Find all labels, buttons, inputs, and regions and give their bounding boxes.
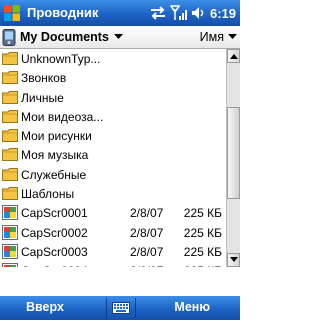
folder-row[interactable]: Звонков xyxy=(0,68,226,87)
item-date: 2/8/07 xyxy=(130,225,164,240)
folder-icon xyxy=(2,71,18,85)
current-folder-label: My Documents xyxy=(20,30,109,44)
signal-antenna-icon[interactable] xyxy=(169,5,188,21)
arrow-up-icon xyxy=(230,54,238,59)
item-size: 225 КБ xyxy=(183,206,222,221)
folder-icon xyxy=(2,167,18,181)
item-name: CapScr0004 xyxy=(21,264,88,267)
title-bar: Проводник 6:19 xyxy=(0,0,240,26)
item-name: Личные xyxy=(21,90,64,105)
chevron-down-icon xyxy=(228,34,237,39)
item-size: 225 КБ xyxy=(183,244,222,259)
scroll-down-button[interactable] xyxy=(227,253,240,267)
sort-label: Имя xyxy=(199,30,224,44)
file-row[interactable]: CapScr0001 2/8/07 225 КБ xyxy=(0,203,226,222)
item-name: Звонков xyxy=(21,71,67,86)
folder-row[interactable]: UnknownTyp... xyxy=(0,49,226,68)
folder-row[interactable]: Личные xyxy=(0,88,226,107)
folder-icon xyxy=(2,90,18,104)
folder-row[interactable]: Моя музыка xyxy=(0,145,226,164)
keyboard-button[interactable] xyxy=(106,298,136,318)
volume-icon[interactable] xyxy=(191,6,205,20)
menu-bar: Вверх Меню xyxy=(0,296,240,320)
clock[interactable]: 6:19 xyxy=(210,6,236,21)
item-name: Мои видеоза... xyxy=(21,109,104,124)
folder-row[interactable]: Служебные xyxy=(0,165,226,184)
start-flag-icon[interactable] xyxy=(3,4,21,22)
file-row[interactable]: CapScr0002 2/8/07 225 КБ xyxy=(0,223,226,242)
app-title[interactable]: Проводник xyxy=(27,5,98,20)
item-name: CapScr0003 xyxy=(21,244,88,259)
item-name: CapScr0001 xyxy=(21,206,88,221)
pda-icon xyxy=(2,28,16,46)
item-size: 225 КБ xyxy=(183,225,222,240)
system-tray: 6:19 xyxy=(149,3,236,23)
scrollbar[interactable] xyxy=(226,49,240,267)
folder-icon xyxy=(2,187,18,201)
item-name: UnknownTyp... xyxy=(21,52,101,66)
chevron-down-icon xyxy=(113,34,123,39)
file-row[interactable]: CapScr0003 2/8/07 225 КБ xyxy=(0,242,226,261)
file-row[interactable]: CapScr0004 2/8/07 225 КБ xyxy=(0,261,226,267)
folder-icon xyxy=(2,129,18,143)
item-name: Шаблоны xyxy=(21,187,75,202)
item-name: Мои рисунки xyxy=(21,129,92,144)
scroll-up-button[interactable] xyxy=(227,49,240,63)
item-size: 225 КБ xyxy=(184,264,222,267)
item-date: 2/8/07 xyxy=(130,244,164,259)
folder-dropdown[interactable]: My Documents xyxy=(2,28,123,46)
item-name: CapScr0002 xyxy=(21,225,88,240)
item-date: 2/8/07 xyxy=(130,264,163,267)
item-name: Моя музыка xyxy=(21,148,89,163)
sort-dropdown[interactable]: Имя xyxy=(200,28,237,46)
keyboard-icon xyxy=(112,302,130,314)
image-file-icon xyxy=(2,243,18,259)
folder-icon xyxy=(2,109,18,123)
folder-icon xyxy=(2,52,18,65)
image-file-icon xyxy=(2,224,18,240)
folder-bar: My Documents Имя xyxy=(0,26,240,49)
menu-softkey[interactable]: Меню xyxy=(174,300,210,314)
sync-arrows-icon[interactable] xyxy=(149,6,167,20)
item-name: Служебные xyxy=(21,167,87,182)
folder-row[interactable]: Мои рисунки xyxy=(0,126,226,145)
scroll-thumb[interactable] xyxy=(227,107,240,199)
image-file-icon xyxy=(2,263,18,267)
arrow-down-icon xyxy=(230,257,238,262)
folder-row[interactable]: Мои видеоза... xyxy=(0,107,226,126)
image-file-icon xyxy=(2,205,18,221)
up-softkey[interactable]: Вверх xyxy=(26,300,64,314)
folder-icon xyxy=(2,148,18,162)
folder-row[interactable]: Шаблоны xyxy=(0,184,226,203)
file-list: UnknownTyp... Звонков Личные Мои видеоза...… xyxy=(0,49,226,267)
item-date: 2/8/07 xyxy=(130,206,164,221)
